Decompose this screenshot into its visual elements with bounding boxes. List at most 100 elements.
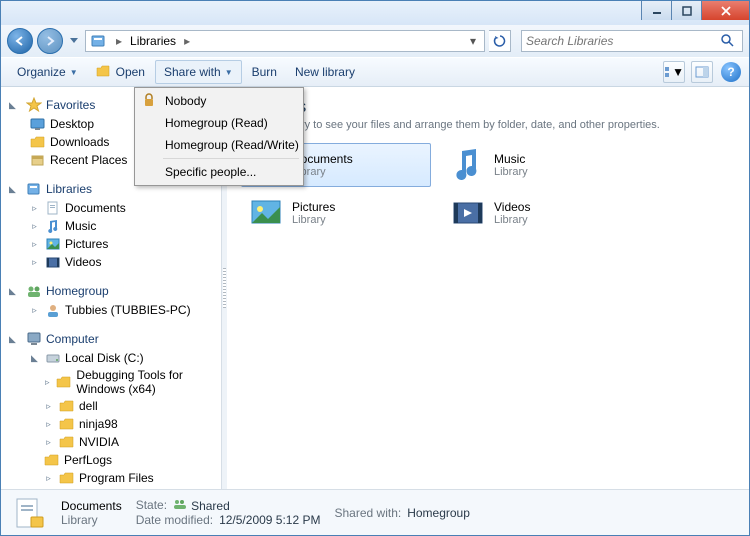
collapse-icon[interactable]: ◣	[9, 286, 21, 297]
open-icon	[96, 64, 112, 81]
collapse-icon[interactable]: ◣	[29, 353, 40, 364]
menu-specific-people[interactable]: Specific people...	[137, 161, 301, 183]
organize-button[interactable]: Organize▼	[9, 60, 86, 84]
library-grid: DocumentsLibrary MusicLibrary PicturesLi…	[227, 139, 749, 239]
sidebar-folder[interactable]: PerfLogs	[1, 451, 221, 469]
collapse-icon[interactable]: ◣	[9, 100, 21, 111]
folder-icon	[58, 434, 75, 450]
expand-icon[interactable]: ▹	[43, 437, 54, 448]
lock-icon	[142, 93, 158, 109]
library-videos[interactable]: VideosLibrary	[443, 191, 633, 235]
back-button[interactable]	[7, 28, 33, 54]
sidebar-videos[interactable]: ▹Videos	[1, 253, 221, 271]
caret-icon: ▼	[672, 65, 684, 79]
sidebar-music[interactable]: ▹Music	[1, 217, 221, 235]
disk-icon	[44, 350, 61, 366]
pictures-icon	[44, 236, 61, 252]
expand-icon[interactable]: ▹	[29, 203, 40, 214]
address-dropdown-icon[interactable]: ▾	[466, 34, 480, 48]
sidebar-folder[interactable]: ▹ dell	[1, 397, 221, 415]
library-music[interactable]: MusicLibrary	[443, 143, 633, 187]
content-header: Libraries Open a library to see your fil…	[227, 87, 749, 139]
new-library-button[interactable]: New library	[287, 60, 363, 84]
tree-label: Debugging Tools for Windows (x64)	[76, 368, 221, 396]
documents-icon	[44, 200, 61, 216]
library-type: Library	[292, 214, 335, 226]
expand-icon[interactable]: ▹	[29, 305, 40, 316]
share-with-button[interactable]: Share with▼	[155, 60, 242, 84]
libraries-label: Libraries	[46, 182, 92, 196]
expand-icon[interactable]: ▹	[43, 377, 51, 388]
breadcrumb-separator-icon[interactable]: ▸	[180, 34, 194, 48]
tree-label: dell	[79, 399, 98, 413]
expand-icon[interactable]: ▹	[29, 221, 40, 232]
content-pane[interactable]: Libraries Open a library to see your fil…	[227, 87, 749, 489]
search-input[interactable]	[526, 34, 720, 48]
sidebar-folder[interactable]: ▹NVIDIA	[1, 433, 221, 451]
sidebar-homegroup-user[interactable]: ▹ Tubbies (TUBBIES-PC)	[1, 301, 221, 319]
sidebar-documents[interactable]: ▹Documents	[1, 199, 221, 217]
videos-library-icon	[450, 195, 486, 231]
nav-bar: ▸ Libraries ▸ ▾	[1, 25, 749, 57]
collapse-icon[interactable]: ◣	[9, 184, 21, 195]
forward-button[interactable]	[37, 28, 63, 54]
folder-icon	[55, 374, 72, 390]
maximize-button[interactable]	[671, 1, 701, 20]
refresh-button[interactable]	[489, 30, 511, 52]
expand-icon[interactable]: ▹	[43, 401, 54, 412]
details-type: Library	[61, 513, 122, 527]
sidebar-folder[interactable]: ▹ Debugging Tools for Windows (x64)	[1, 367, 221, 397]
new-library-label: New library	[295, 65, 355, 79]
computer-group[interactable]: ◣ Computer	[1, 329, 221, 349]
menu-homegroup-readwrite[interactable]: Homegroup (Read/Write)	[137, 134, 301, 156]
open-button[interactable]: Open	[88, 60, 153, 84]
content-subtitle: Open a library to see your files and arr…	[241, 119, 735, 131]
nav-history-dropdown[interactable]	[67, 30, 81, 52]
expand-icon[interactable]: ▹	[29, 257, 40, 268]
homegroup-group[interactable]: ◣ Homegroup	[1, 281, 221, 301]
library-name: Videos	[494, 200, 530, 214]
caret-icon: ▼	[225, 68, 233, 77]
library-name: Music	[494, 152, 528, 166]
address-bar[interactable]: ▸ Libraries ▸ ▾	[85, 30, 485, 52]
computer-icon	[25, 331, 42, 347]
folder-icon	[29, 134, 46, 150]
details-state-label: State:	[136, 498, 167, 513]
minimize-button[interactable]	[641, 1, 671, 20]
menu-homegroup-read[interactable]: Homegroup (Read)	[137, 112, 301, 134]
expand-icon[interactable]: ▹	[43, 473, 54, 484]
tree-label: Downloads	[50, 135, 109, 149]
library-pictures[interactable]: PicturesLibrary	[241, 191, 431, 235]
videos-icon	[44, 254, 61, 270]
library-type: Library	[494, 214, 530, 226]
burn-button[interactable]: Burn	[244, 60, 285, 84]
tree-label: Tubbies (TUBBIES-PC)	[65, 303, 191, 317]
sidebar-folder[interactable]: ▹ninja98	[1, 415, 221, 433]
folder-icon	[58, 470, 75, 486]
details-name: Documents	[61, 499, 122, 513]
titlebar	[1, 1, 749, 25]
tree-label: Local Disk (C:)	[65, 351, 144, 365]
sidebar-local-disk[interactable]: ◣ Local Disk (C:)	[1, 349, 221, 367]
breadcrumb-separator-icon[interactable]: ▸	[112, 34, 126, 48]
menu-specific-people-label: Specific people...	[165, 165, 256, 179]
search-icon[interactable]	[720, 33, 738, 50]
tree-label: PerfLogs	[64, 453, 112, 467]
expand-icon[interactable]: ▹	[43, 419, 54, 430]
tree-label: Desktop	[50, 117, 94, 131]
open-label: Open	[116, 65, 145, 79]
help-button[interactable]: ?	[721, 62, 741, 82]
close-button[interactable]	[701, 1, 749, 20]
expand-icon[interactable]: ▹	[29, 239, 40, 250]
libraries-icon	[90, 33, 108, 49]
collapse-icon[interactable]: ◣	[9, 334, 21, 345]
details-modified-value: 12/5/2009 5:12 PM	[219, 513, 320, 527]
sidebar-pictures[interactable]: ▹Pictures	[1, 235, 221, 253]
search-box[interactable]	[521, 30, 743, 52]
sidebar-folder[interactable]: ▹Program Files	[1, 469, 221, 487]
menu-nobody[interactable]: Nobody	[137, 90, 301, 112]
breadcrumb-libraries[interactable]: Libraries	[130, 34, 176, 48]
change-view-button[interactable]: ▼	[663, 61, 685, 83]
preview-pane-button[interactable]	[691, 61, 713, 83]
details-name-col: Documents Library	[61, 499, 122, 527]
